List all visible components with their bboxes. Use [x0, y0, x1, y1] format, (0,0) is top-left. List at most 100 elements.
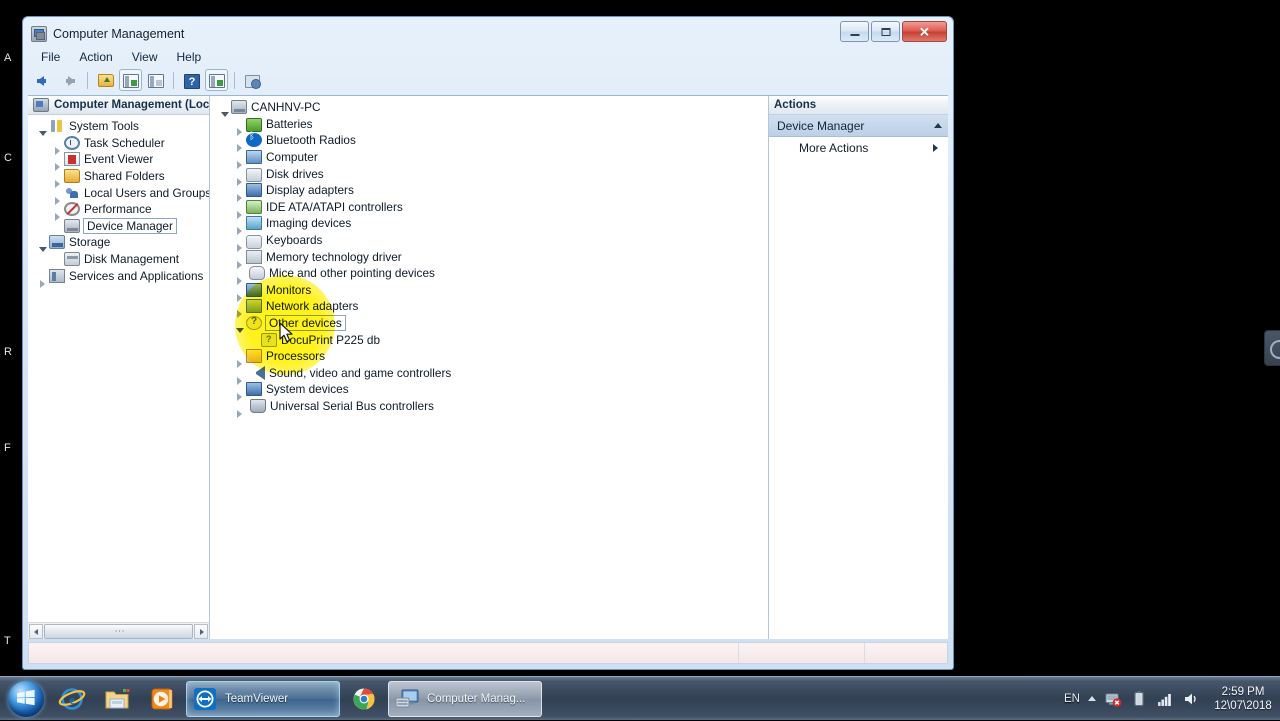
network-icon[interactable]	[1104, 690, 1122, 708]
start-orb[interactable]	[4, 679, 48, 719]
taskbar-computer-management[interactable]: Computer Manag...	[388, 681, 542, 717]
taskbar-windows-explorer[interactable]	[96, 681, 138, 717]
teamviewer-edge-widget[interactable]	[1264, 330, 1280, 366]
menu-file[interactable]: File	[33, 48, 68, 66]
menu-action[interactable]: Action	[71, 48, 120, 66]
teamviewer-icon	[191, 685, 219, 713]
tree-item[interactable]: Sound, video and game controllers	[210, 365, 768, 382]
taskbar-internet-explorer[interactable]: e	[51, 681, 93, 717]
collapse-caret-icon[interactable]	[934, 123, 942, 128]
maximize-icon	[881, 28, 890, 36]
clock[interactable]: 2:59 PM 12\07\2018	[1208, 685, 1274, 713]
tree-item[interactable]: Display adapters	[210, 182, 768, 199]
tree-item[interactable]: Other devices	[210, 315, 768, 332]
tree-item-label: Local Users and Groups	[84, 186, 209, 200]
console-tree-list[interactable]: System ToolsTask SchedulerEvent ViewerSh…	[28, 115, 209, 622]
tree-item[interactable]: Shared Folders	[28, 168, 209, 185]
clock-date: 12\07\2018	[1212, 699, 1274, 713]
memory-driver-icon	[246, 250, 262, 264]
menu-help[interactable]: Help	[169, 48, 210, 66]
maximize-button[interactable]	[871, 21, 900, 42]
tree-item[interactable]: Mice and other pointing devices	[210, 265, 768, 282]
taskbar-chrome[interactable]	[343, 681, 385, 717]
properties-button[interactable]	[144, 69, 167, 91]
system-devices-icon	[246, 382, 262, 396]
volume-icon[interactable]	[1182, 690, 1200, 708]
tree-item[interactable]: Bluetooth Radios	[210, 132, 768, 149]
forward-button[interactable]	[58, 69, 81, 91]
properties-icon	[148, 74, 164, 88]
tree-item[interactable]: Event Viewer	[28, 151, 209, 168]
tree-item-label: Monitors	[266, 283, 311, 297]
back-button[interactable]	[33, 69, 56, 91]
tree-item[interactable]: Memory technology driver	[210, 248, 768, 265]
scroll-thumb[interactable]	[44, 624, 193, 639]
tree-item[interactable]: Imaging devices	[210, 215, 768, 232]
folder-up-icon	[98, 74, 114, 87]
submenu-caret-icon	[933, 144, 938, 152]
tree-item-label: Disk drives	[266, 167, 324, 181]
tree-item-label: Shared Folders	[84, 169, 165, 183]
minimize-button[interactable]	[840, 21, 869, 42]
taskbar-media-player[interactable]	[141, 681, 183, 717]
desktop-icon-label: A	[4, 52, 18, 64]
tree-item[interactable]: Network adapters	[210, 298, 768, 315]
help-button[interactable]: ?	[180, 69, 203, 91]
menu-view[interactable]: View	[124, 48, 166, 66]
tree-item[interactable]: IDE ATA/ATAPI controllers	[210, 199, 768, 216]
tree-item[interactable]: Processors	[210, 348, 768, 365]
tree-item[interactable]: Storage	[28, 234, 209, 251]
tree-item[interactable]: System Tools	[28, 118, 209, 135]
tree-item[interactable]: CANHNV-PC	[210, 99, 768, 116]
show-hide-action-pane-button[interactable]	[205, 69, 228, 91]
unknown-device-icon	[261, 333, 277, 347]
tree-item[interactable]: Disk Management	[28, 251, 209, 268]
desktop-icon-label: T	[4, 635, 18, 647]
tree-item[interactable]: Device Manager	[28, 218, 209, 235]
battery-icon[interactable]	[1130, 690, 1148, 708]
windows-explorer-icon	[103, 685, 131, 713]
tree-item[interactable]: DocuPrint P225 db	[210, 331, 768, 348]
scan-for-hardware-changes-button[interactable]	[241, 69, 264, 91]
up-one-level-button[interactable]	[94, 69, 117, 91]
taskbar-computer-management-label: Computer Manag...	[427, 693, 525, 705]
device-tree-list[interactable]: CANHNV-PCBatteriesBluetooth RadiosComput…	[210, 96, 768, 639]
computer-management-icon	[33, 98, 49, 112]
actions-group-device-manager[interactable]: Device Manager	[769, 115, 948, 137]
console-tree-header-label: Computer Management (Local	[54, 99, 209, 111]
close-button[interactable]: ✕	[902, 21, 947, 42]
taskbar-teamviewer[interactable]: TeamViewer	[186, 681, 340, 717]
signal-icon[interactable]	[1156, 690, 1174, 708]
show-hide-console-tree-button[interactable]	[119, 69, 142, 91]
computer-management-icon	[31, 26, 47, 42]
scroll-left-arrow[interactable]	[29, 624, 43, 639]
console-tree-hscrollbar[interactable]	[28, 622, 209, 639]
usb-controller-icon	[250, 399, 266, 413]
internet-explorer-icon: e	[58, 685, 86, 713]
toolbar-separator	[234, 72, 235, 89]
language-indicator[interactable]: EN	[1064, 693, 1080, 705]
tree-item[interactable]: Monitors	[210, 282, 768, 299]
tree-item-label: Storage	[69, 235, 110, 249]
task-scheduler-icon	[64, 136, 80, 150]
tree-item[interactable]: System devices	[210, 381, 768, 398]
desktop-icon-label: F	[4, 442, 18, 454]
scroll-right-arrow[interactable]	[194, 624, 208, 639]
tree-item[interactable]: Performance	[28, 201, 209, 218]
show-hidden-icons-caret[interactable]	[1088, 696, 1096, 701]
window-titlebar: Computer Management ✕	[27, 21, 949, 47]
tree-item[interactable]: Local Users and Groups	[28, 184, 209, 201]
actions-header: Actions	[769, 96, 948, 115]
action-more-actions[interactable]: More Actions	[769, 137, 948, 159]
tree-item[interactable]: Services and Applications	[28, 267, 209, 284]
other-devices-icon	[246, 316, 262, 330]
tree-item[interactable]: Batteries	[210, 116, 768, 133]
computer-management-icon	[393, 685, 421, 713]
tree-item-label: Imaging devices	[266, 216, 351, 230]
tree-item[interactable]: Task Scheduler	[28, 135, 209, 152]
event-viewer-icon	[64, 152, 80, 166]
tree-item[interactable]: Universal Serial Bus controllers	[210, 398, 768, 415]
tree-item[interactable]: Keyboards	[210, 232, 768, 249]
tree-item[interactable]: Disk drives	[210, 165, 768, 182]
tree-item[interactable]: Computer	[210, 149, 768, 166]
